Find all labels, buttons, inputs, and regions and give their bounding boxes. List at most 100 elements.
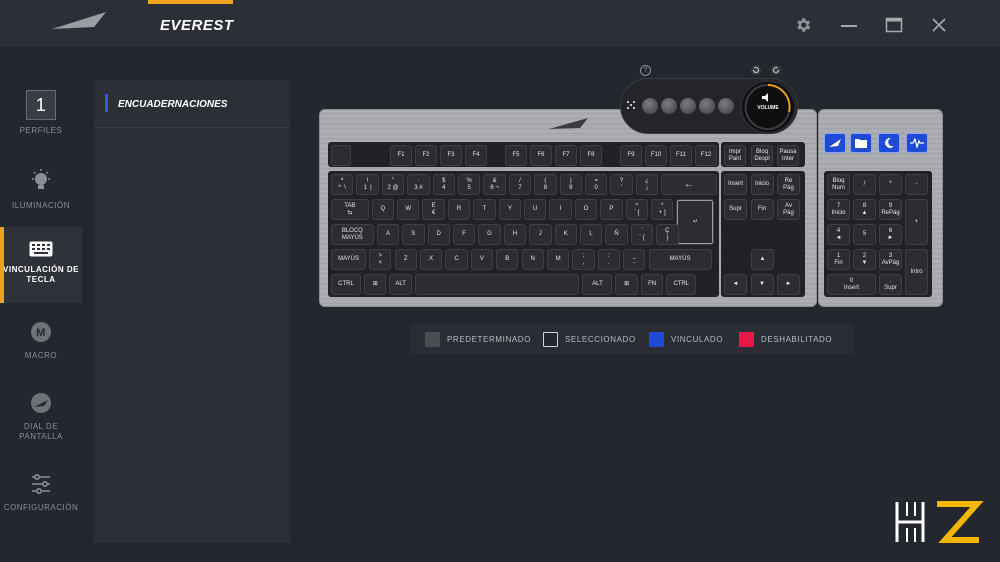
key[interactable]: P — [600, 199, 623, 220]
key[interactable]: E € — [422, 199, 445, 220]
key[interactable]: > < — [369, 249, 392, 270]
key[interactable]: " 2 @ — [381, 174, 405, 195]
numpad-key[interactable]: * — [879, 174, 902, 195]
key[interactable]: ^ ` [ — [625, 199, 649, 220]
dial-knob-4[interactable] — [699, 98, 715, 114]
key[interactable]: V — [470, 249, 494, 270]
numpad-key[interactable]: 7 Inicio — [827, 199, 850, 220]
key[interactable]: ! 1 | — [356, 174, 379, 195]
key[interactable]: Ç } — [656, 224, 679, 245]
key[interactable]: F3 — [440, 145, 462, 166]
key[interactable]: M — [546, 249, 570, 270]
key[interactable]: F12 — [695, 145, 717, 166]
key[interactable]: ¿ ¡ — [635, 174, 659, 195]
key[interactable]: ¨ ´ { — [630, 224, 654, 245]
key[interactable]: Impr Pant — [724, 145, 746, 166]
key[interactable]: D — [427, 224, 450, 245]
key[interactable]: = 0 — [585, 174, 608, 195]
key[interactable]: F5 — [505, 145, 527, 166]
dial-knob-5[interactable] — [718, 98, 734, 114]
key[interactable]: TAB ⇆ — [331, 199, 369, 220]
sidebar-item-iluminacion[interactable]: ILUMINACIÓN — [0, 169, 82, 215]
help-button[interactable]: ? — [640, 65, 651, 76]
refresh-icon[interactable] — [770, 64, 782, 76]
maximize-button[interactable] — [883, 14, 905, 36]
key[interactable]: ▼ — [750, 274, 774, 295]
key[interactable] — [331, 145, 351, 166]
key[interactable]: C — [445, 249, 468, 270]
key[interactable]: * + ] — [651, 199, 674, 220]
numpad-key[interactable]: 1 Fin — [827, 249, 850, 270]
key[interactable]: Insert — [724, 174, 747, 195]
sidebar-item-macro[interactable]: M MACRO — [0, 321, 82, 367]
key[interactable]: T — [473, 199, 496, 220]
key[interactable]: R — [447, 199, 471, 220]
key[interactable]: F8 — [580, 145, 602, 166]
key[interactable]: ª º \ — [331, 174, 354, 195]
reset-icon[interactable] — [750, 64, 762, 76]
key[interactable]: O — [574, 199, 598, 220]
key[interactable]: F1 — [390, 145, 412, 166]
key[interactable]: CTRL — [331, 274, 362, 295]
panel-header[interactable]: ENCUADERNACIONES — [94, 80, 290, 128]
key[interactable]: / 7 — [508, 174, 532, 195]
key[interactable]: ▲ — [751, 249, 774, 270]
key[interactable]: ◄ — [724, 274, 747, 295]
key[interactable]: MAYÚS — [648, 249, 712, 270]
key[interactable]: J — [529, 224, 552, 245]
key[interactable]: H — [503, 224, 527, 245]
numpad-key[interactable]: 0 Insert — [827, 274, 876, 295]
key[interactable]: CTRL — [666, 274, 697, 295]
numpad-key[interactable]: 5 — [853, 224, 876, 245]
key[interactable]: N — [521, 249, 544, 270]
key[interactable]: FN — [640, 274, 664, 295]
sidebar-item-dial[interactable]: DIAL DE PANTALLA — [0, 392, 82, 448]
key[interactable]: Y — [498, 199, 522, 220]
key[interactable]: G — [478, 224, 501, 245]
key[interactable]: $ 4 — [432, 174, 455, 195]
numpad-key[interactable]: 6 ► — [879, 224, 902, 245]
minimize-button[interactable] — [838, 14, 860, 36]
numpad-key[interactable]: Intro — [905, 249, 928, 295]
media-key-moon[interactable] — [878, 133, 900, 153]
key[interactable]: · 3 # — [407, 174, 430, 195]
sidebar-item-configuracion[interactable]: CONFIGURACIÓN — [0, 473, 82, 519]
key[interactable]: % 5 — [458, 174, 481, 195]
key[interactable]: & 6 ¬ — [483, 174, 506, 195]
key[interactable]: ; , — [572, 249, 595, 270]
close-button[interactable] — [928, 14, 950, 36]
key[interactable]: ALT — [389, 274, 412, 295]
numpad-key[interactable]: / — [853, 174, 876, 195]
key[interactable] — [414, 274, 580, 295]
key[interactable]: F2 — [415, 145, 437, 166]
numpad-key[interactable]: Bloq Num — [827, 174, 850, 195]
media-key-backlight[interactable] — [824, 133, 846, 153]
key[interactable]: ⊞ — [615, 274, 638, 295]
key[interactable]: ↵ — [676, 199, 715, 245]
dial-knob-1[interactable] — [642, 98, 658, 114]
key[interactable]: ALT — [582, 274, 613, 295]
key[interactable]: Q — [371, 199, 395, 220]
key[interactable]: F — [452, 224, 476, 245]
dial-knob-2[interactable] — [661, 98, 677, 114]
media-key-pulse[interactable] — [906, 133, 928, 153]
key[interactable]: ) 9 — [559, 174, 582, 195]
key[interactable]: F9 — [620, 145, 642, 166]
key[interactable]: S — [402, 224, 425, 245]
key[interactable]: L — [579, 224, 603, 245]
key[interactable]: X — [419, 249, 443, 270]
numpad-key[interactable]: 3 AvPág — [879, 249, 902, 270]
key[interactable]: F7 — [555, 145, 577, 166]
key[interactable]: : . — [597, 249, 621, 270]
key[interactable]: ⊞ — [364, 274, 387, 295]
key[interactable]: Bloq Despl — [751, 145, 773, 166]
sidebar-item-vinculacion[interactable]: VINCULACIÓN DE TECLA — [0, 227, 82, 303]
numpad-key[interactable]: - — [905, 174, 928, 195]
key[interactable]: ? ' — [610, 174, 633, 195]
key[interactable]: F10 — [645, 145, 667, 166]
key[interactable]: Pausa Inter — [777, 145, 799, 166]
key[interactable]: ► — [777, 274, 800, 295]
numpad-key[interactable]: 8 ▲ — [853, 199, 876, 220]
key[interactable]: F6 — [530, 145, 552, 166]
numpad-key[interactable]: 9 RePág — [879, 199, 902, 220]
